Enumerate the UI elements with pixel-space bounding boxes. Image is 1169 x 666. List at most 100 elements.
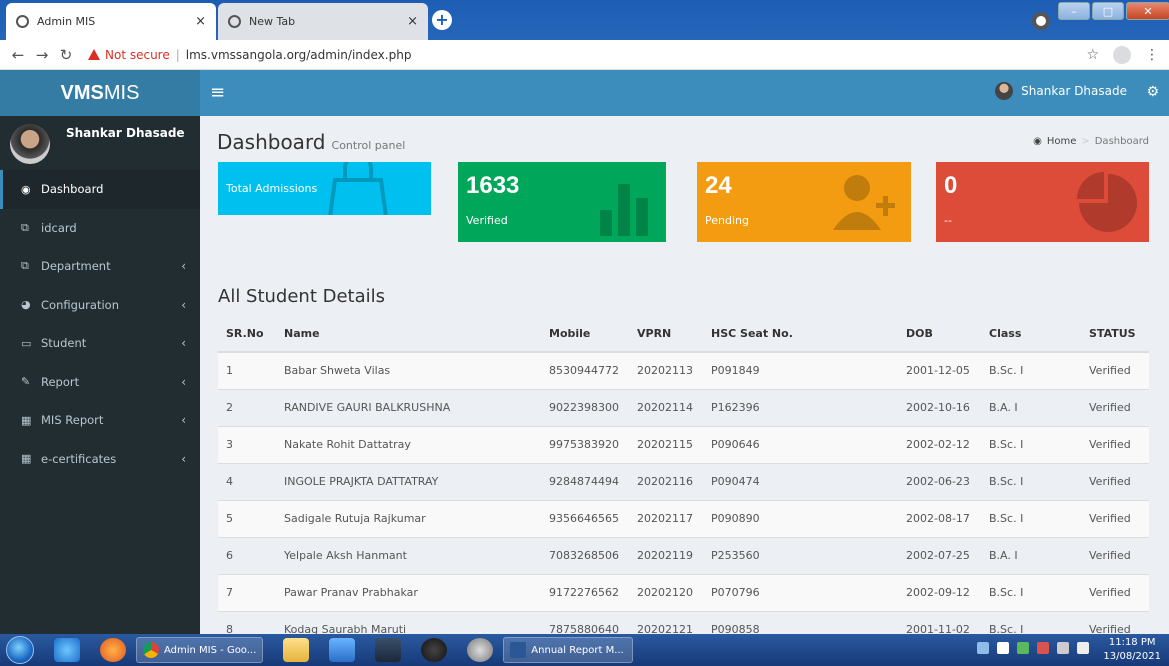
tray-search-icon[interactable] [1037, 642, 1049, 654]
tray-network-icon[interactable] [977, 642, 989, 654]
col-header-status[interactable]: STATUS [1081, 316, 1149, 353]
sidebar-toggle-icon[interactable]: ≡ [210, 82, 225, 103]
cell-status: Verified [1081, 610, 1149, 634]
app-icon[interactable] [467, 638, 494, 662]
table-row[interactable]: 7 Pawar Pranav Prabhakar 9172276562 2020212… [218, 573, 1149, 611]
account-icon[interactable] [1113, 45, 1131, 64]
minimize-button[interactable]: – [1058, 2, 1090, 20]
stat-label: Total Admissions [226, 182, 318, 195]
url-field[interactable]: lms.vmssangola.org/admin/index.php [186, 48, 412, 62]
pie-chart-icon: ◕ [21, 298, 31, 312]
warning-icon[interactable] [88, 49, 100, 60]
table-row[interactable]: 1 Babar Shweta Vilas 8530944772 20202113 P09… [218, 351, 1149, 389]
browser-profile-icon[interactable] [1032, 12, 1050, 30]
cell-class: B.Sc. I [981, 462, 1081, 500]
cell-hsc-seat: P162396 [703, 388, 898, 426]
browser-menu-icon[interactable]: ⋮ [1145, 47, 1159, 63]
reload-icon[interactable]: ↻ [54, 46, 78, 64]
tray-app-icon[interactable] [1017, 642, 1029, 654]
col-header-dob[interactable]: DOB [898, 316, 981, 353]
tray-flag-icon[interactable] [997, 642, 1009, 654]
os-taskbar: Admin MIS - Goo... Annual Report M... 11… [0, 634, 1169, 666]
table-row[interactable]: 2 RANDIVE GAURI BALKRUSHNA 9022398300 20202… [218, 388, 1149, 426]
explorer-icon[interactable] [283, 638, 310, 662]
stat-box-other[interactable]: 0 -- [936, 162, 1149, 242]
user-menu[interactable]: Shankar Dhasade [995, 82, 1127, 100]
col-header-class[interactable]: Class [981, 316, 1081, 353]
browser-tab-new-tab[interactable]: New Tab × [218, 3, 428, 40]
taskbar-task-chrome[interactable]: Admin MIS - Goo... [136, 637, 264, 663]
stat-box-verified[interactable]: 1633 Verified [458, 162, 666, 242]
user-add-icon [833, 175, 895, 230]
forward-icon[interactable]: → [30, 46, 54, 64]
app-logo[interactable]: VMS MIS [0, 70, 200, 116]
stat-box-total-admissions[interactable]: Total Admissions [218, 162, 431, 215]
sidebar-item-mis-report[interactable]: ▦ MIS Report ‹ [0, 401, 200, 440]
cell-vprn: 20202116 [629, 462, 703, 500]
cell-status: Verified [1081, 573, 1149, 611]
col-header-vprn[interactable]: VPRN [629, 316, 703, 353]
tray-volume-icon[interactable] [1077, 642, 1089, 654]
tab-close-button[interactable]: × [195, 14, 206, 29]
table-header-row: SR.No Name Mobile VPRN HSC Seat No. DOB … [218, 316, 1149, 353]
table-row[interactable]: 4 INGOLE PRAJKTA DATTATRAY 9284874494 20202… [218, 462, 1149, 500]
sidebar: Shankar Dhasade ◉ Dashboard ⧉ idcard ⧉ D… [0, 116, 200, 634]
table-row[interactable]: 8 Kodag Saurabh Maruti 7875880640 20202121 P… [218, 610, 1149, 634]
col-header-mobile[interactable]: Mobile [541, 316, 629, 353]
sidebar-item-configuration[interactable]: ◕ Configuration ‹ [0, 286, 200, 325]
cell-mobile: 9022398300 [541, 388, 629, 426]
cell-mobile: 9172276562 [541, 573, 629, 611]
gears-icon[interactable]: ⚙ [1146, 84, 1159, 100]
shopping-bag-icon [328, 162, 388, 215]
sidebar-item-department[interactable]: ⧉ Department ‹ [0, 247, 200, 286]
col-header-name[interactable]: Name [276, 316, 541, 353]
tab-close-button[interactable]: × [407, 14, 418, 29]
chevron-left-icon: ‹ [181, 451, 186, 466]
sidebar-item-dashboard[interactable]: ◉ Dashboard [0, 170, 200, 209]
bookmark-star-icon[interactable]: ☆ [1086, 47, 1099, 63]
sidebar-item-e-certificates[interactable]: ▦ e-certificates ‹ [0, 440, 200, 479]
cell-dob: 2002-09-12 [898, 573, 981, 611]
sidebar-item-student[interactable]: ▭ Student ‹ [0, 324, 200, 363]
taskbar-task-word[interactable]: Annual Report M... [503, 637, 634, 663]
firefox-icon[interactable] [100, 638, 126, 662]
start-button[interactable] [6, 636, 34, 664]
sidebar-item-report[interactable]: ✎ Report ‹ [0, 363, 200, 402]
ie-icon[interactable] [54, 638, 80, 662]
cell-srno: 4 [218, 462, 276, 500]
browser-tab-admin-mis[interactable]: Admin MIS × [6, 3, 216, 40]
user-avatar [995, 82, 1014, 100]
maximize-button[interactable]: □ [1092, 2, 1124, 20]
main-content: Dashboard Control panel ◉ Home > Dashboa… [200, 116, 1169, 634]
cell-class: B.Sc. I [981, 610, 1081, 634]
table-row[interactable]: 5 Sadigale Rutuja Rajkumar 9356646565 20202… [218, 499, 1149, 537]
col-header-srno[interactable]: SR.No [218, 316, 276, 353]
chevron-left-icon: ‹ [181, 374, 186, 389]
globe-icon [228, 15, 241, 28]
col-header-hsc-seat[interactable]: HSC Seat No. [703, 316, 898, 353]
stat-number: 24 [705, 172, 732, 199]
taskbar-clock[interactable]: 11:18 PM 13/08/2021 [1103, 636, 1161, 664]
cell-hsc-seat: P090646 [703, 425, 898, 463]
media-player-icon[interactable] [329, 638, 356, 662]
sidebar-item-idcard[interactable]: ⧉ idcard [0, 209, 200, 248]
stat-box-pending[interactable]: 24 Pending [697, 162, 911, 242]
close-window-button[interactable]: ✕ [1126, 2, 1169, 20]
new-tab-button[interactable]: + [432, 10, 452, 30]
table-row[interactable]: 3 Nakate Rohit Dattatray 9975383920 2020211… [218, 425, 1149, 463]
back-icon[interactable]: ← [6, 46, 30, 64]
download-app-icon[interactable] [375, 638, 402, 662]
pie-chart-icon [1077, 172, 1137, 232]
sidebar-item-label: e-certificates [41, 451, 117, 466]
top-navbar: ≡ Shankar Dhasade ⚙ [200, 70, 1169, 116]
table-row[interactable]: 6 Yelpale Aksh Hanmant 7083268506 20202119 P… [218, 536, 1149, 574]
obs-icon[interactable] [421, 638, 448, 662]
breadcrumb-home-link[interactable]: Home [1047, 136, 1077, 147]
security-label[interactable]: Not secure [105, 48, 170, 62]
cell-name: Yelpale Aksh Hanmant [276, 536, 541, 574]
cell-class: B.Sc. I [981, 499, 1081, 537]
tray-signal-icon[interactable] [1057, 642, 1069, 654]
system-tray [977, 642, 1089, 654]
clock-date: 13/08/2021 [1103, 651, 1161, 662]
table-icon: ▦ [21, 452, 32, 466]
